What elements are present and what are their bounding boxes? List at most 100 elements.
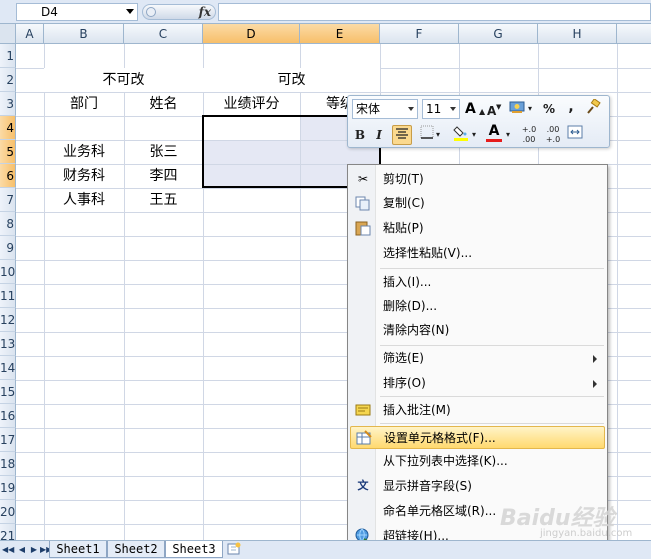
resize-knob-icon[interactable] — [146, 7, 156, 17]
italic-button[interactable]: I — [372, 125, 386, 145]
insert-function-button[interactable]: fx — [199, 5, 211, 19]
paste-icon — [355, 220, 371, 236]
menu-item-label: 选择性粘贴(V)... — [383, 246, 473, 260]
insert-sheet-icon[interactable] — [224, 542, 244, 557]
next-sheet-icon[interactable]: ▶ — [28, 544, 40, 556]
row-header-8[interactable]: 8 — [0, 212, 16, 236]
menu-item-paste[interactable]: 粘贴(P) — [350, 217, 605, 240]
column-header-d[interactable]: D — [203, 24, 300, 44]
align-center-button[interactable] — [392, 125, 412, 145]
cell-b3[interactable]: 部门 — [44, 92, 124, 116]
row-header-16[interactable]: 16 — [0, 404, 16, 428]
menu-item-insert-comment[interactable]: 插入批注(M) — [350, 399, 605, 422]
row-header-15[interactable]: 15 — [0, 380, 16, 404]
row-header-12[interactable]: 12 — [0, 308, 16, 332]
comma-style-button[interactable]: , — [566, 97, 576, 117]
menu-item-pick-from-list[interactable]: 从下拉列表中选择(K)... — [350, 450, 605, 473]
column-header-i[interactable] — [617, 24, 651, 44]
row-header-14[interactable]: 14 — [0, 356, 16, 380]
column-header-c[interactable]: C — [124, 24, 203, 44]
merge-center-button[interactable] — [566, 125, 584, 145]
menu-item-format-cells[interactable]: 设置单元格格式(F)... — [350, 426, 605, 449]
column-header-a[interactable]: A — [16, 24, 44, 44]
menu-item-delete[interactable]: 删除(D)... — [350, 295, 605, 318]
chevron-down-icon[interactable]: ▾ — [528, 99, 532, 119]
percent-style-button[interactable]: % — [542, 99, 556, 119]
fill-color-button[interactable] — [452, 124, 470, 144]
column-header-h[interactable]: H — [538, 24, 617, 44]
menu-item-clear-contents[interactable]: 清除内容(N) — [350, 319, 605, 342]
name-box[interactable]: D4 — [16, 3, 138, 21]
row-header-6[interactable]: 6 — [0, 164, 16, 188]
menu-item-cut[interactable]: ✂ 剪切(T) — [350, 168, 605, 191]
menu-item-copy[interactable]: 复制(C) — [350, 192, 605, 215]
sheet-tab-1[interactable]: Sheet1 — [49, 541, 107, 558]
phonetic-icon: 文 — [357, 479, 369, 492]
row-header-5[interactable]: 5 — [0, 140, 16, 164]
row-header-21[interactable]: 21 — [0, 524, 16, 540]
row-header-13[interactable]: 13 — [0, 332, 16, 356]
chevron-down-icon[interactable]: ▾ — [506, 125, 510, 145]
row-header-3[interactable]: 3 — [0, 92, 16, 116]
sheet-tab-2[interactable]: Sheet2 — [107, 541, 165, 558]
cell-c5[interactable]: 李四 — [124, 164, 203, 188]
cell-b2-merged[interactable]: 不可改 — [44, 68, 203, 92]
font-size-value: 11 — [426, 102, 442, 116]
font-size-select[interactable]: 11 — [422, 99, 460, 119]
formula-bar-resizer[interactable]: fx — [142, 4, 216, 20]
column-header-f[interactable]: F — [380, 24, 459, 44]
menu-separator — [380, 423, 604, 424]
cell-c6[interactable]: 王五 — [124, 188, 203, 212]
decrease-decimal-button[interactable]: .00 +.0 — [542, 125, 564, 145]
grow-font-button[interactable]: A — [465, 99, 476, 119]
borders-button[interactable] — [418, 125, 436, 145]
font-color-button[interactable]: A — [486, 122, 502, 142]
cell-c3[interactable]: 姓名 — [124, 92, 203, 116]
row-header-10[interactable]: 10 — [0, 260, 16, 284]
menu-item-filter[interactable]: 筛选(E) — [350, 347, 605, 370]
prev-sheet-icon[interactable]: ◀ — [16, 544, 28, 556]
cell-b5[interactable]: 财务科 — [44, 164, 124, 188]
submenu-arrow-icon — [593, 355, 597, 363]
row-header-19[interactable]: 19 — [0, 476, 16, 500]
format-painter-icon[interactable] — [584, 98, 602, 119]
row-header-20[interactable]: 20 — [0, 500, 16, 524]
accounting-format-icon[interactable] — [508, 99, 526, 119]
menu-item-paste-special[interactable]: 选择性粘贴(V)... — [350, 242, 605, 265]
increase-decimal-button[interactable]: +.0 .00 — [518, 125, 540, 145]
sheet-tab-3[interactable]: Sheet3 — [165, 541, 223, 558]
column-header-e[interactable]: E — [300, 24, 380, 44]
row-header-2[interactable]: 2 — [0, 68, 16, 92]
chevron-down-icon[interactable] — [450, 107, 456, 111]
chevron-down-icon[interactable]: ▾ — [472, 125, 476, 145]
chevron-down-icon[interactable]: ▾ — [436, 125, 440, 145]
row-header-9[interactable]: 9 — [0, 236, 16, 260]
first-sheet-icon[interactable]: ◀◀ — [2, 544, 14, 556]
row-header-7[interactable]: 7 — [0, 188, 16, 212]
row-header-17[interactable]: 17 — [0, 428, 16, 452]
column-header-g[interactable]: G — [459, 24, 538, 44]
formula-input[interactable] — [218, 3, 651, 21]
column-header-b[interactable]: B — [44, 24, 124, 44]
menu-item-sort[interactable]: 排序(O) — [350, 372, 605, 395]
chevron-down-icon[interactable] — [126, 9, 134, 14]
menu-item-label: 排序(O) — [383, 376, 426, 390]
chevron-down-icon[interactable] — [408, 107, 414, 111]
row-header-4[interactable]: 4 — [0, 116, 16, 140]
font-name-value: 宋体 — [356, 102, 381, 116]
row-header-11[interactable]: 11 — [0, 284, 16, 308]
font-name-select[interactable]: 宋体 — [352, 99, 418, 119]
menu-item-show-phonetic[interactable]: 文 显示拼音字段(S) — [350, 475, 605, 498]
format-cells-icon — [356, 430, 372, 446]
row-header-18[interactable]: 18 — [0, 452, 16, 476]
cell-d3[interactable]: 业绩评分 — [203, 92, 300, 116]
select-all-corner[interactable] — [0, 24, 16, 44]
shrink-font-button[interactable]: A — [487, 101, 496, 121]
bold-button[interactable]: B — [352, 125, 368, 145]
cell-b4[interactable]: 业务科 — [44, 140, 124, 164]
row-header-1[interactable]: 1 — [0, 44, 16, 68]
cell-c4[interactable]: 张三 — [124, 140, 203, 164]
cell-b6[interactable]: 人事科 — [44, 188, 124, 212]
cell-d2-merged[interactable]: 可改 — [203, 68, 380, 92]
menu-item-insert[interactable]: 插入(I)... — [350, 271, 605, 294]
